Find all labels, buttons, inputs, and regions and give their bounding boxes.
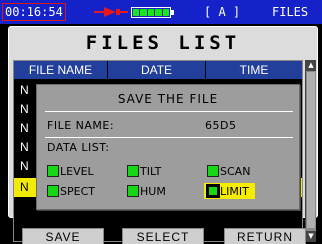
status-bar: 00:16:54 [ A ] FILES	[0, 0, 322, 24]
scrollbar[interactable]: ▲ ▼	[305, 60, 316, 242]
checkbox-checked-icon	[206, 184, 220, 198]
divider	[45, 137, 293, 138]
table-header: FILE NAME DATE TIME	[14, 61, 302, 79]
checkbox-icon	[47, 185, 59, 197]
dialog-title: SAVE THE FILE	[117, 92, 219, 106]
save-file-dialog: SAVE THE FILE FILE NAME: 65D5 DATA LIST:…	[36, 84, 300, 210]
checkbox-icon	[127, 165, 139, 177]
select-button[interactable]: SELECT	[122, 228, 204, 244]
data-list-label: DATA LIST:	[47, 141, 110, 154]
softkey-bar: SAVE SELECT RETURN	[0, 222, 322, 244]
option-label: LIMIT	[220, 184, 249, 198]
option-level-checkbox[interactable]: LEVEL	[47, 163, 94, 179]
save-button[interactable]: SAVE	[22, 228, 104, 244]
usb-cable-icon	[94, 7, 128, 17]
option-hum-checkbox[interactable]: HUM	[127, 183, 166, 199]
window-title: FILES LIST	[85, 32, 241, 54]
option-scan-checkbox[interactable]: SCAN	[207, 163, 250, 179]
clock: 00:16:54	[2, 3, 66, 21]
option-spect-checkbox[interactable]: SPECT	[47, 183, 95, 199]
divider	[45, 111, 293, 112]
column-header-date[interactable]: DATE	[108, 61, 206, 79]
screen-name: FILES	[272, 5, 309, 19]
option-label: SCAN	[220, 164, 251, 178]
option-label: SPECT	[60, 184, 95, 198]
checkbox-icon	[127, 185, 139, 197]
battery-icon	[131, 7, 171, 18]
option-label: TILT	[140, 164, 162, 178]
column-header-time[interactable]: TIME	[206, 61, 302, 79]
file-name-value[interactable]: 65D5	[205, 119, 236, 133]
checkbox-icon	[207, 165, 219, 177]
file-name-label: FILE NAME:	[47, 119, 115, 132]
battery-tip	[171, 10, 174, 15]
column-header-file-name[interactable]: FILE NAME	[14, 61, 108, 79]
option-limit-checkbox[interactable]: LIMIT	[204, 183, 255, 199]
return-button[interactable]: RETURN	[224, 228, 306, 244]
measurement-mode: [ A ]	[204, 5, 241, 19]
scroll-up-icon[interactable]: ▲	[306, 60, 316, 71]
option-label: HUM	[140, 184, 166, 198]
option-label: LEVEL	[60, 164, 94, 178]
option-tilt-checkbox[interactable]: TILT	[127, 163, 161, 179]
scrollbar-thumb[interactable]	[307, 72, 315, 228]
checkbox-icon	[47, 165, 59, 177]
